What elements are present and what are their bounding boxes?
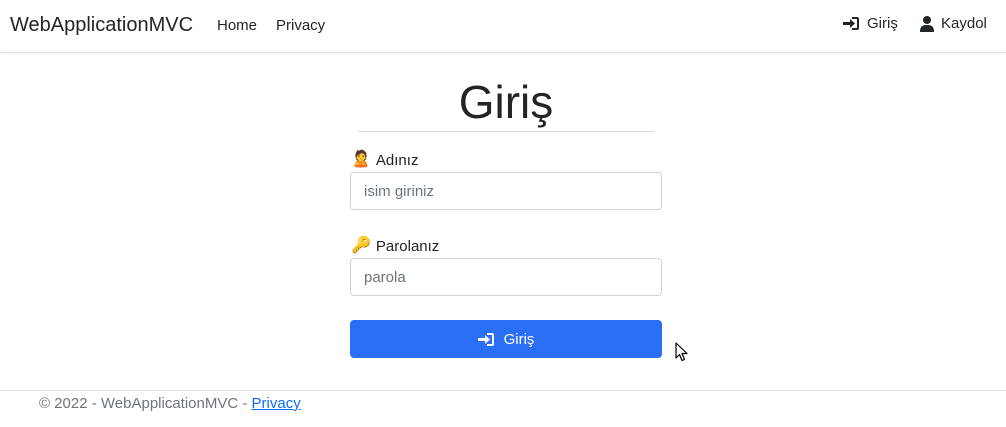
password-input[interactable] <box>350 258 662 296</box>
nav-login-link[interactable]: Giriş <box>843 15 898 32</box>
page-title: Giriş <box>458 76 554 128</box>
key-icon: 🔑 <box>351 237 371 254</box>
navbar: WebApplicationMVC Home Privacy Giriş Kay… <box>0 0 1006 53</box>
nav-login-label: Giriş <box>867 15 898 32</box>
login-submit-label: Giriş <box>503 330 535 348</box>
title-divider <box>358 131 654 132</box>
user-icon <box>920 15 934 32</box>
nav-register-label: Kaydol <box>941 15 987 32</box>
nav-register-link[interactable]: Kaydol <box>920 15 987 32</box>
nav-home-link[interactable]: Home <box>217 17 257 34</box>
mouse-cursor-icon <box>675 342 689 367</box>
footer: © 2022 - WebApplicationMVC - Privacy <box>39 395 301 412</box>
name-label-text: Adınız <box>375 151 419 169</box>
login-submit-button[interactable]: Giriş <box>350 320 662 358</box>
footer-copyright: © 2022 - WebApplicationMVC - <box>39 395 252 412</box>
nav-privacy-link[interactable]: Privacy <box>276 17 325 34</box>
name-label: 🙎 Adınız <box>351 151 418 169</box>
sign-in-icon <box>843 16 860 31</box>
footer-privacy-link[interactable]: Privacy <box>252 395 301 412</box>
sign-in-icon <box>477 332 495 347</box>
footer-divider <box>0 390 1006 391</box>
person-icon: 🙎 <box>351 151 371 168</box>
password-label-text: Parolanız <box>375 237 440 255</box>
password-label: 🔑 Parolanız <box>351 237 439 255</box>
name-input[interactable] <box>350 172 662 210</box>
brand-link[interactable]: WebApplicationMVC <box>10 14 193 37</box>
